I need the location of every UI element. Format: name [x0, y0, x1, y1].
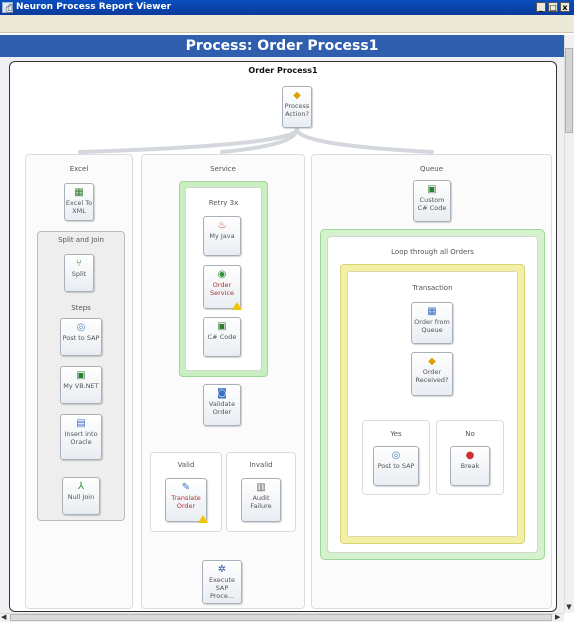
stop-icon: ●	[465, 450, 475, 461]
no-label: No	[465, 430, 475, 438]
excel-icon: ▦	[74, 187, 84, 198]
validate-order-node[interactable]: ◙ Validate Order	[203, 384, 241, 426]
join-icon: ⅄	[77, 481, 85, 492]
order-received-node[interactable]: ◆ Order Received?	[411, 352, 453, 396]
close-button[interactable]: x	[560, 2, 570, 12]
audit-failure-node[interactable]: ▥ Audit Failure	[241, 478, 281, 522]
csharp-code-node[interactable]: ▣ C# Code	[203, 317, 241, 357]
window-title: Neuron Process Report Viewer	[16, 2, 172, 12]
branch-label-service: Service	[210, 165, 236, 173]
scroll-down-icon[interactable]: ▼	[565, 602, 573, 612]
warning-icon	[232, 302, 242, 310]
transaction-label: Transaction	[412, 284, 453, 292]
branch-label-excel: Excel	[69, 165, 89, 173]
sap-icon: ◎	[76, 322, 86, 333]
decision-icon: ◆	[428, 356, 436, 367]
audit-icon: ▥	[256, 482, 266, 493]
null-join-node[interactable]: ⅄ Null Join	[62, 477, 100, 515]
invalid-label: Invalid	[249, 461, 273, 469]
yes-label: Yes	[390, 430, 402, 438]
database-icon: ▤	[76, 418, 86, 429]
node-label: Process Action?	[284, 102, 310, 118]
custom-csharp-node[interactable]: ▣ Custom C# Code	[413, 180, 451, 222]
branch-label-queue: Queue	[420, 165, 443, 173]
scroll-right-icon[interactable]: ▶	[555, 613, 563, 622]
post-to-sap-node-2[interactable]: ◎ Post to SAP	[373, 446, 419, 486]
split-and-join-label: Split and Join	[58, 236, 104, 244]
process-action-node[interactable]: ◆ Process Action?	[282, 86, 312, 128]
my-java-node[interactable]: ♨ My Java	[203, 216, 241, 256]
scroll-left-icon[interactable]: ◀	[1, 613, 9, 622]
translate-order-node[interactable]: ✎ Translate Order	[165, 478, 208, 523]
java-icon: ♨	[217, 220, 227, 231]
retry-label: Retry 3x	[208, 199, 239, 207]
minimize-button[interactable]: _	[536, 2, 546, 12]
toolbar	[0, 15, 574, 33]
my-vbnet-node[interactable]: ▣ My VB.NET	[60, 366, 102, 404]
service-icon: ◉	[217, 269, 227, 280]
vertical-scroll-thumb[interactable]	[565, 48, 573, 133]
page-title: Process: Order Process1	[0, 35, 564, 57]
print-icon[interactable]: ⎙	[3, 2, 17, 15]
diagram-title: Order Process1	[248, 66, 318, 75]
code-icon: ▣	[217, 321, 227, 332]
loop-label: Loop through all Orders	[391, 248, 474, 256]
gear-icon: ✲	[217, 564, 227, 575]
maximize-button[interactable]: □	[548, 2, 558, 12]
vb-code-icon: ▣	[76, 370, 86, 381]
steps-label: Steps	[71, 304, 91, 312]
queue-icon: ▦	[427, 306, 437, 317]
split-icon: ⑂	[76, 258, 82, 269]
valid-label: Valid	[177, 461, 195, 469]
order-from-queue-node[interactable]: ▦ Order from Queue	[411, 302, 453, 344]
insert-into-oracle-node[interactable]: ▤ Insert into Oracle	[60, 414, 102, 460]
excel-to-xml-node[interactable]: ▦ Excel To XML	[64, 183, 94, 221]
sap-icon: ◎	[391, 450, 401, 461]
window-title-bar: Neuron Process Report Viewer	[0, 0, 574, 15]
validate-icon: ◙	[217, 388, 227, 399]
execute-sap-node[interactable]: ✲ Execute SAP Proce...	[202, 560, 242, 604]
post-to-sap-node[interactable]: ◎ Post to SAP	[60, 318, 102, 356]
split-node[interactable]: ⑂ Split	[64, 254, 94, 292]
horizontal-scroll-thumb[interactable]	[10, 614, 552, 621]
code-icon: ▣	[427, 184, 437, 195]
warning-icon	[198, 515, 208, 523]
decision-icon: ◆	[293, 90, 301, 101]
order-service-node[interactable]: ◉ Order Service	[203, 265, 242, 310]
translate-icon: ✎	[181, 482, 191, 493]
break-node[interactable]: ● Break	[450, 446, 490, 486]
